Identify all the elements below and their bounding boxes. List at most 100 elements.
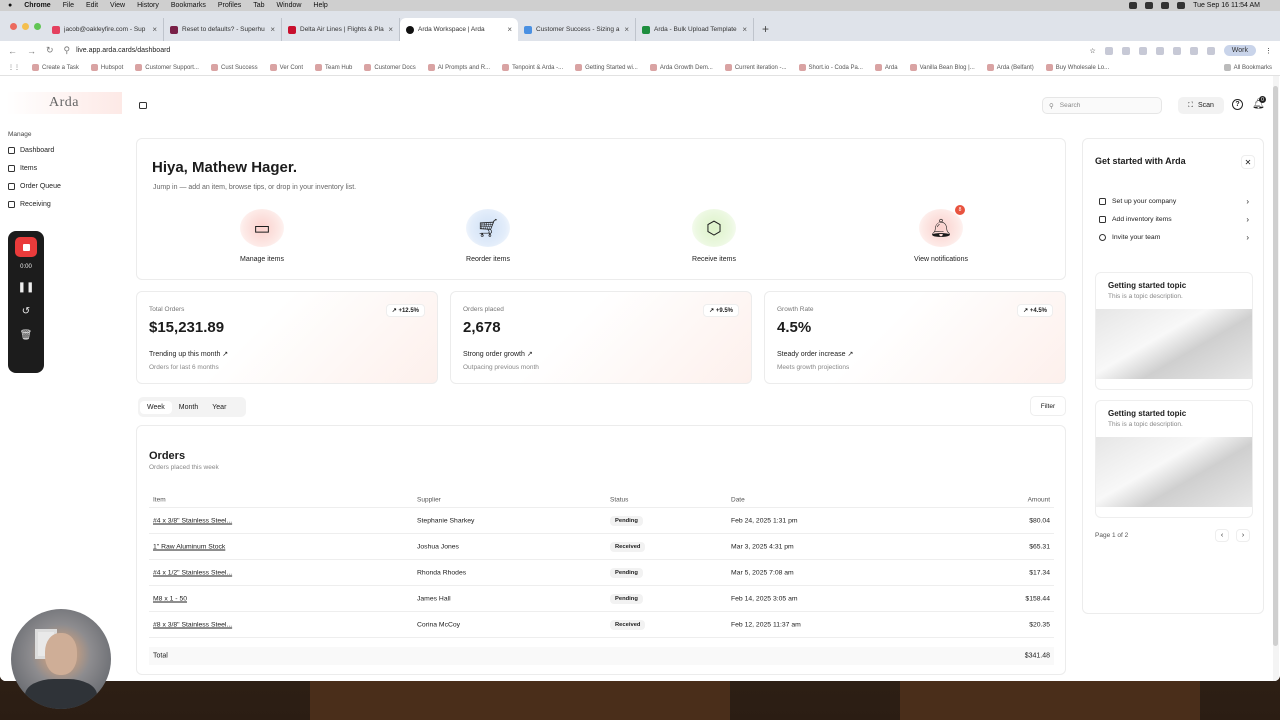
close-tab-icon[interactable]: × (270, 25, 275, 34)
menu-history[interactable]: History (137, 2, 159, 9)
item-link[interactable]: M8 x 1 - 50 (153, 595, 187, 602)
table-row[interactable]: 1" Raw Aluminum Stock Joshua Jones Recei… (149, 534, 1054, 560)
bookmark-item[interactable]: Arda (874, 64, 898, 71)
next-page-button[interactable]: › (1236, 529, 1250, 542)
arda-logo[interactable]: Arda (6, 92, 122, 114)
column-header-date[interactable]: Date (731, 496, 745, 503)
extension-icon[interactable] (1189, 46, 1198, 55)
sidebar-item-dashboard[interactable]: Dashboard (8, 147, 54, 154)
close-window-icon[interactable] (10, 23, 17, 30)
browser-tab-active[interactable]: Arda Workspace | Arda × (400, 18, 518, 41)
minimize-window-icon[interactable] (22, 23, 29, 30)
table-row[interactable]: #4 x 1/2" Stainless Steel... Rhonda Rhod… (149, 560, 1054, 586)
reorder-items-action[interactable]: 🛒︎ Reorder items (428, 209, 548, 263)
browser-tab[interactable]: Reset to defaults? - Superhu × (164, 18, 282, 41)
bookmark-item[interactable]: AI Prompts and R... (427, 64, 490, 71)
site-info-icon[interactable]: ⚲ (64, 45, 71, 56)
close-tab-icon[interactable]: × (742, 25, 747, 34)
sidebar-item-order-queue[interactable]: Order Queue (8, 183, 61, 190)
close-tab-icon[interactable]: × (624, 25, 629, 34)
maximize-window-icon[interactable] (34, 23, 41, 30)
reload-icon[interactable]: ↻ (46, 45, 54, 56)
item-link[interactable]: 1" Raw Aluminum Stock (153, 543, 225, 550)
download-icon[interactable] (1206, 46, 1215, 55)
manage-items-action[interactable]: ▭ Manage items (202, 209, 322, 263)
bookmark-item[interactable]: Tenpoint & Arda -... (502, 64, 563, 71)
column-header-item[interactable]: Item (153, 496, 166, 503)
back-icon[interactable]: ← (8, 46, 17, 56)
table-row[interactable]: M8 x 1 - 50 James Hall Pending Feb 14, 2… (149, 586, 1054, 612)
prev-page-button[interactable]: ‹ (1215, 529, 1229, 542)
bookmark-item[interactable]: Customer Support... (135, 64, 199, 71)
bookmark-item[interactable]: Vanilla Bean Blog |... (909, 64, 975, 71)
menu-tab[interactable]: Tab (253, 2, 264, 9)
all-bookmarks[interactable]: All Bookmarks (1223, 64, 1272, 71)
topic-card[interactable]: Getting started topic This is a topic de… (1095, 272, 1253, 390)
sidebar-item-items[interactable]: Items (8, 165, 37, 172)
webcam-bubble[interactable] (11, 609, 111, 709)
browser-menu-icon[interactable]: ⋮ (1265, 47, 1272, 55)
wifi-icon[interactable] (1161, 2, 1170, 9)
forward-icon[interactable]: → (27, 46, 36, 56)
table-row[interactable]: #8 x 3/8" Stainless Steel... Corina McCo… (149, 612, 1054, 638)
close-tab-icon[interactable]: × (152, 25, 157, 34)
stop-recording-button[interactable] (15, 237, 37, 257)
sidebar-item-receiving[interactable]: Receiving (8, 201, 51, 208)
pause-icon[interactable]: ❚❚ (18, 282, 35, 294)
close-icon[interactable]: ✕ (1241, 155, 1255, 169)
period-month[interactable]: Month (172, 401, 205, 414)
scan-button[interactable]: ⛶ Scan (1178, 97, 1224, 114)
notifications-button[interactable]: 🔔︎ 0 (1252, 96, 1266, 110)
period-week[interactable]: Week (140, 400, 172, 414)
bookmark-item[interactable]: Arda Growth Dem... (649, 64, 713, 71)
restart-icon[interactable]: ↺ (22, 306, 30, 318)
menu-help[interactable]: Help (313, 2, 327, 9)
view-notifications-action[interactable]: 🔔︎ 8 View notifications (881, 205, 1001, 263)
browser-tab[interactable]: Arda - Bulk Upload Template × (636, 18, 754, 41)
menu-profiles[interactable]: Profiles (218, 2, 241, 9)
invite-team-link[interactable]: Invite your team › (1099, 233, 1249, 242)
item-link[interactable]: #4 x 1/2" Stainless Steel... (153, 569, 232, 576)
apps-icon[interactable]: ⋮⋮ (8, 64, 20, 71)
bookmark-item[interactable]: Cust Success (210, 64, 258, 71)
bookmark-item[interactable]: Ver Cont (269, 64, 303, 71)
menu-window[interactable]: Window (277, 2, 302, 9)
setup-company-link[interactable]: Set up your company › (1099, 197, 1249, 206)
bookmark-star-icon[interactable]: ☆ (1090, 47, 1096, 55)
bookmark-item[interactable]: Getting Started wi... (575, 64, 638, 71)
bookmark-item[interactable]: Create a Task (32, 64, 79, 71)
bookmark-item[interactable]: Team Hub (315, 64, 352, 71)
menu-file[interactable]: File (63, 2, 74, 9)
bookmark-item[interactable]: Buy Wholesale Lo... (1045, 64, 1109, 71)
page-scrollbar[interactable] (1273, 76, 1279, 681)
column-header-status[interactable]: Status (610, 496, 628, 503)
bookmark-item[interactable]: Current iteration -... (724, 64, 787, 71)
extension-icon[interactable] (1138, 46, 1147, 55)
bookmark-item[interactable]: Short.io - Coda Pa... (798, 64, 863, 71)
new-tab-icon[interactable]: + (762, 22, 769, 36)
url-field[interactable]: live.app.arda.cards/dashboard (76, 47, 1089, 54)
item-link[interactable]: #4 x 3/8" Stainless Steel... (153, 517, 232, 524)
receive-items-action[interactable]: ⬡ Receive items (654, 209, 774, 263)
search-input[interactable]: ⚲ Search (1042, 97, 1162, 114)
status-icon[interactable] (1145, 2, 1154, 9)
close-tab-icon[interactable]: × (388, 25, 393, 34)
close-tab-icon[interactable]: × (507, 25, 512, 34)
item-link[interactable]: #8 x 3/8" Stainless Steel... (153, 621, 232, 628)
table-row[interactable]: #4 x 3/8" Stainless Steel... Stephanie S… (149, 508, 1054, 534)
extension-icon[interactable] (1172, 46, 1181, 55)
topic-card[interactable]: Getting started topic This is a topic de… (1095, 400, 1253, 518)
menu-view[interactable]: View (110, 2, 125, 9)
bookmark-item[interactable]: Arda (Belfant) (986, 64, 1034, 71)
trash-icon[interactable]: 🗑︎ (20, 330, 33, 342)
browser-tab[interactable]: Customer Success - Sizing a × (518, 18, 636, 41)
column-header-supplier[interactable]: Supplier (417, 496, 441, 503)
scrollbar-thumb[interactable] (1273, 86, 1278, 646)
sidebar-toggle-icon[interactable] (139, 102, 147, 109)
extension-icon[interactable] (1155, 46, 1164, 55)
filter-button[interactable]: Filter (1030, 396, 1066, 416)
search-icon[interactable] (1177, 2, 1186, 9)
bookmark-item[interactable]: Hubspot (90, 64, 123, 71)
column-header-amount[interactable]: Amount (1028, 496, 1050, 503)
apple-icon[interactable]: ● (8, 2, 12, 9)
